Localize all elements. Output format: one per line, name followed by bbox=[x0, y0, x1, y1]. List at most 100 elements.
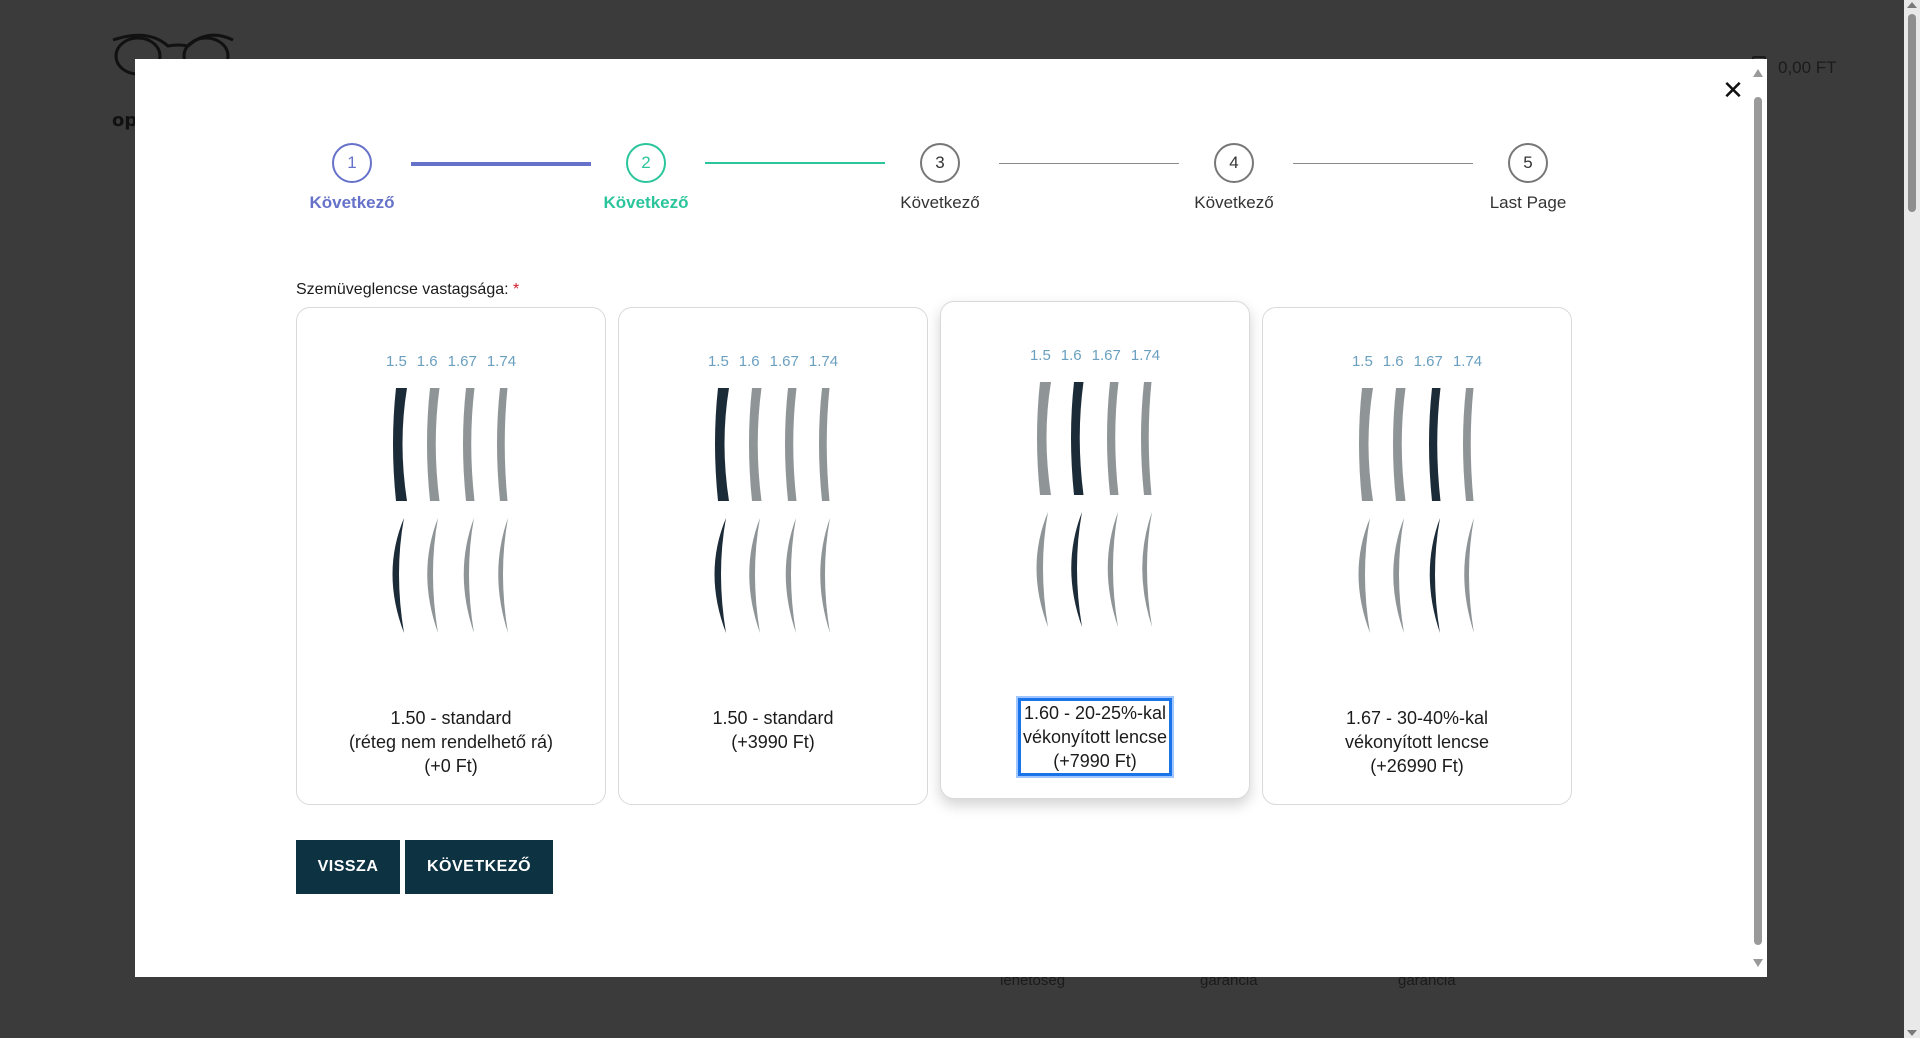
index-label: 1.67 bbox=[447, 353, 477, 370]
step-2[interactable]: 2 Következő bbox=[586, 143, 706, 213]
background-logo-text: op bbox=[112, 110, 138, 131]
plus-lens-profile bbox=[1393, 518, 1404, 633]
plus-lens-profile bbox=[1358, 518, 1370, 633]
minus-lens-profile bbox=[427, 388, 440, 501]
step-label: Következő bbox=[309, 193, 395, 212]
caption-line: 1.50 - standard bbox=[390, 708, 512, 728]
index-label: 1.6 bbox=[1382, 353, 1404, 370]
caption-line: (+3990 Ft) bbox=[731, 732, 815, 752]
minus-lens-profile bbox=[1429, 388, 1441, 501]
plus-lens-profile bbox=[427, 518, 438, 633]
lens-thickness-illustration bbox=[1358, 388, 1474, 633]
step-number: 1 bbox=[332, 143, 372, 183]
plus-lens-profile bbox=[463, 518, 474, 633]
plus-lens-profile bbox=[392, 518, 404, 633]
minus-lens-profile bbox=[749, 388, 762, 501]
close-icon[interactable]: ✕ bbox=[1721, 78, 1745, 104]
minus-lens-profile bbox=[1107, 382, 1119, 495]
caption-line: (+26990 Ft) bbox=[1370, 756, 1464, 776]
caption-line: vékonyított lencse bbox=[1344, 732, 1490, 752]
step-label: Last Page bbox=[1489, 193, 1567, 212]
minus-lens-profile bbox=[1141, 382, 1152, 495]
refractive-index-labels: 1.5 1.6 1.67 1.74 bbox=[297, 353, 605, 370]
option-caption: 1.50 - standard (réteg nem rendelhető rá… bbox=[297, 706, 605, 778]
caption-line: vékonyított lencse bbox=[1022, 727, 1168, 747]
index-label: 1.67 bbox=[1091, 347, 1121, 364]
step-connector bbox=[411, 162, 591, 166]
page-scrollbar[interactable] bbox=[1904, 0, 1920, 1038]
step-number: 3 bbox=[920, 143, 960, 183]
plus-lens-profile bbox=[714, 518, 726, 633]
index-label: 1.6 bbox=[1060, 347, 1082, 364]
step-label: Következő bbox=[603, 193, 689, 212]
step-3[interactable]: 3 Következő bbox=[880, 143, 1000, 213]
focused-caption-box[interactable]: 1.60 - 20-25%-kal vékonyított lencse (+7… bbox=[1015, 696, 1175, 778]
lens-thickness-illustration bbox=[392, 388, 508, 633]
index-label: 1.74 bbox=[1452, 353, 1483, 370]
index-label: 1.5 bbox=[1029, 347, 1051, 364]
step-number: 2 bbox=[626, 143, 666, 183]
minus-lens-profile bbox=[819, 388, 830, 501]
plus-lens-profile bbox=[1107, 512, 1118, 627]
refractive-index-labels: 1.5 1.6 1.67 1.74 bbox=[1263, 353, 1571, 370]
index-label: 1.67 bbox=[769, 353, 799, 370]
index-label: 1.6 bbox=[416, 353, 438, 370]
modal-scrollbar[interactable] bbox=[1751, 63, 1765, 973]
index-label: 1.5 bbox=[1351, 353, 1373, 370]
lens-option-card-selected[interactable]: 1.5 1.6 1.67 1.74 1.60 - 20-25%-kal vékonyí… bbox=[940, 301, 1250, 799]
scroll-down-arrow-icon[interactable] bbox=[1907, 1030, 1917, 1036]
option-caption: 1.50 - standard (+3990 Ft) bbox=[619, 706, 927, 754]
lens-option-card[interactable]: 1.5 1.6 1.67 1.74 1.50 - standard (+3990 Ft… bbox=[618, 307, 928, 805]
minus-lens-profile bbox=[785, 388, 797, 501]
caption-line: (réteg nem rendelhető rá) bbox=[348, 732, 554, 752]
back-button[interactable]: VISSZA bbox=[296, 840, 400, 894]
caption-line: (+0 Ft) bbox=[424, 756, 478, 776]
minus-lens-profile bbox=[1393, 388, 1406, 501]
refractive-index-labels: 1.5 1.6 1.67 1.74 bbox=[941, 347, 1249, 364]
index-label: 1.5 bbox=[707, 353, 729, 370]
cart-total: 0,00 FT bbox=[1778, 58, 1837, 77]
caption-line: 1.67 - 30-40%-kal bbox=[1345, 708, 1489, 728]
option-caption: 1.60 - 20-25%-kal vékonyított lencse (+7… bbox=[941, 696, 1249, 778]
required-mark: * bbox=[513, 281, 520, 298]
index-label: 1.6 bbox=[738, 353, 760, 370]
step-connector bbox=[999, 163, 1179, 164]
plus-lens-profile bbox=[785, 518, 796, 633]
step-4[interactable]: 4 Következő bbox=[1174, 143, 1294, 213]
plus-lens-profile bbox=[1429, 518, 1440, 633]
step-5[interactable]: 5 Last Page bbox=[1468, 143, 1588, 213]
step-number: 4 bbox=[1214, 143, 1254, 183]
caption-line: 1.60 - 20-25%-kal bbox=[1023, 703, 1167, 723]
minus-lens-profile bbox=[1359, 388, 1373, 501]
plus-lens-profile bbox=[820, 518, 830, 633]
scroll-up-arrow-icon[interactable] bbox=[1753, 69, 1763, 77]
index-label: 1.74 bbox=[808, 353, 839, 370]
plus-lens-profile bbox=[1464, 518, 1474, 633]
caption-line: 1.50 - standard bbox=[712, 708, 834, 728]
minus-lens-profile bbox=[393, 388, 407, 501]
lens-thickness-illustration bbox=[714, 388, 830, 633]
scroll-down-arrow-icon[interactable] bbox=[1753, 959, 1763, 967]
scrollbar-thumb[interactable] bbox=[1908, 14, 1916, 212]
option-caption: 1.67 - 30-40%-kal vékonyított lencse (+2… bbox=[1263, 706, 1571, 778]
step-connector bbox=[1293, 163, 1473, 164]
lens-thickness-illustration bbox=[1036, 382, 1152, 627]
minus-lens-profile bbox=[1037, 382, 1051, 495]
refractive-index-labels: 1.5 1.6 1.67 1.74 bbox=[619, 353, 927, 370]
plus-lens-profile bbox=[498, 518, 508, 633]
minus-lens-profile bbox=[497, 388, 508, 501]
minus-lens-profile bbox=[463, 388, 475, 501]
scroll-up-arrow-icon[interactable] bbox=[1907, 2, 1917, 8]
index-label: 1.5 bbox=[385, 353, 407, 370]
scrollbar-thumb[interactable] bbox=[1754, 97, 1762, 945]
step-number: 5 bbox=[1508, 143, 1548, 183]
lens-wizard-modal: ✕ 1 Következő 2 Következő 3 Következő 4 … bbox=[135, 59, 1767, 977]
lens-option-card[interactable]: 1.5 1.6 1.67 1.74 1.67 - 30-40%-kal vékonyí… bbox=[1262, 307, 1572, 805]
next-button[interactable]: KÖVETKEZŐ bbox=[405, 840, 553, 894]
plus-lens-profile bbox=[749, 518, 760, 633]
lens-option-card[interactable]: 1.5 1.6 1.67 1.74 1.50 - standard (réteg ne… bbox=[296, 307, 606, 805]
step-1[interactable]: 1 Következő bbox=[292, 143, 412, 213]
lens-thickness-label: Szemüveglencse vastagsága: * bbox=[296, 281, 519, 299]
field-label-text: Szemüveglencse vastagsága: bbox=[296, 281, 509, 298]
index-label: 1.74 bbox=[1130, 347, 1161, 364]
